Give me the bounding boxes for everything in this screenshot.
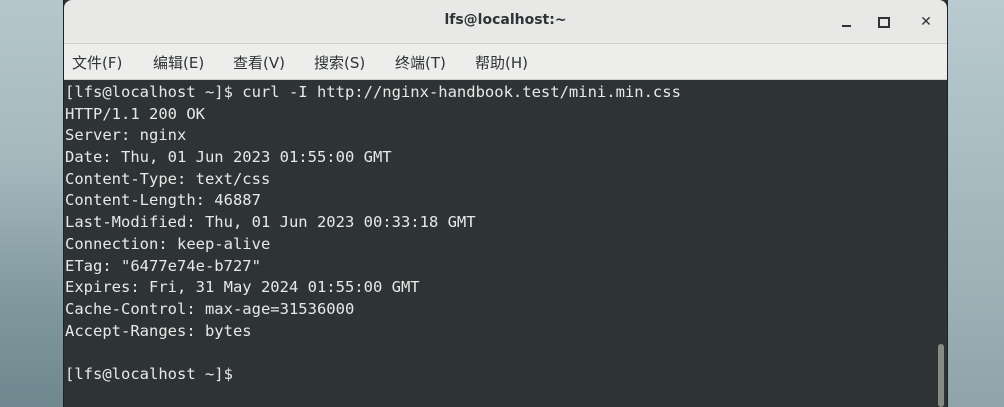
- terminal-line: [lfs@localhost ~]$ curl -I http://nginx-…: [65, 83, 681, 101]
- desktop-background-left: [0, 0, 64, 407]
- terminal-line: Server: nginx: [65, 126, 187, 145]
- menu-item-edit[interactable]: 编辑(E): [153, 52, 204, 73]
- terminal-line: Content-Length: 46887: [65, 191, 261, 210]
- terminal-line: Last-Modified: Thu, 01 Jun 2023 00:33:18…: [65, 213, 476, 232]
- terminal-line: HTTP/1.1 200 OK: [65, 104, 205, 123]
- minimize-icon: [841, 25, 851, 27]
- menu-item-terminal[interactable]: 终端(T): [395, 52, 446, 73]
- close-button[interactable]: ✕: [914, 10, 938, 34]
- scrollbar-thumb[interactable]: [938, 344, 944, 407]
- terminal-line: Accept-Ranges: bytes: [65, 321, 252, 340]
- desktop-background-right: [948, 0, 1004, 407]
- minimize-button[interactable]: [834, 10, 858, 34]
- terminal-line: Expires: Fri, 31 May 2024 01:55:00 GMT: [65, 278, 420, 297]
- menu-item-help[interactable]: 帮助(H): [475, 52, 528, 73]
- window-title: lfs@localhost:~: [444, 12, 567, 28]
- terminal-line: Date: Thu, 01 Jun 2023 01:55:00 GMT: [65, 148, 392, 167]
- menu-item-file[interactable]: 文件(F): [72, 52, 122, 73]
- terminal-output[interactable]: [lfs@localhost ~]$ curl -I http://nginx-…: [64, 80, 935, 407]
- terminal-line: ETag: "6477e74e-b727": [65, 256, 261, 275]
- terminal-line: Cache-Control: max-age=31536000: [65, 299, 355, 318]
- terminal-scrollbar[interactable]: [935, 80, 947, 407]
- terminal-window: lfs@localhost:~ ✕ 文件(F) 编辑(E) 查看(V) 搜索(S…: [63, 0, 948, 407]
- terminal-line: Content-Type: text/css: [65, 169, 271, 188]
- menu-item-view[interactable]: 查看(V): [233, 52, 285, 73]
- maximize-button[interactable]: [872, 10, 896, 34]
- close-icon: ✕: [920, 14, 932, 30]
- terminal-prompt: [lfs@localhost ~]$: [65, 364, 233, 383]
- terminal-line: Connection: keep-alive: [65, 234, 271, 253]
- maximize-icon: [878, 16, 890, 28]
- title-bar[interactable]: lfs@localhost:~ ✕: [64, 0, 947, 44]
- menu-bar: 文件(F) 编辑(E) 查看(V) 搜索(S) 终端(T) 帮助(H): [64, 44, 947, 80]
- menu-item-search[interactable]: 搜索(S): [314, 52, 365, 73]
